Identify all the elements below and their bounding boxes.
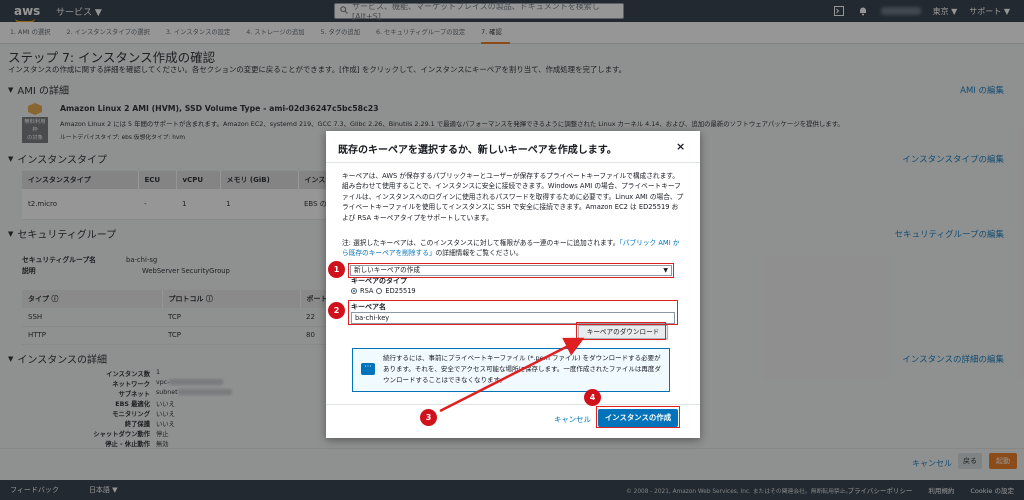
highlight-download [576, 322, 666, 340]
radio-rsa[interactable] [351, 288, 357, 294]
info-chat-icon: ··· [361, 363, 375, 375]
step-badge-2: 2 [328, 302, 345, 319]
dialog-cancel-link[interactable]: キャンセル [554, 414, 591, 425]
info-alert: ··· 続行するには、事前にプライベートキーファイル (*.pem ファイル) … [352, 348, 670, 392]
info-alert-text: 続行するには、事前にプライベートキーファイル (*.pem ファイル) をダウン… [383, 354, 661, 384]
close-icon[interactable]: × [676, 140, 685, 153]
highlight-create [596, 406, 680, 428]
keypair-type-options: RSA ED25519 [351, 287, 416, 295]
dialog-body-text: キーペアは、AWS が保存するパブリックキーとユーザーが保存するプライベートキー… [342, 172, 684, 222]
dialog-title: 既存のキーペアを選択するか、新しいキーペアを作成します。 [338, 145, 617, 156]
dialog-note: 注: 選択したキーペアは、このインスタンスに対して権限がある一連のキーに追加され… [342, 239, 680, 258]
step-badge-1: 1 [328, 261, 345, 278]
dialog-header: 既存のキーペアを選択するか、新しいキーペアを作成します。 × [326, 131, 700, 163]
highlight-select [348, 263, 674, 278]
dialog-divider [326, 404, 700, 405]
radio-ed25519[interactable] [376, 288, 383, 294]
step-badge-3: 3 [420, 409, 437, 426]
key-pair-dialog: 既存のキーペアを選択するか、新しいキーペアを作成します。 × キーペアは、AWS… [326, 131, 700, 438]
step-badge-4: 4 [584, 389, 601, 406]
